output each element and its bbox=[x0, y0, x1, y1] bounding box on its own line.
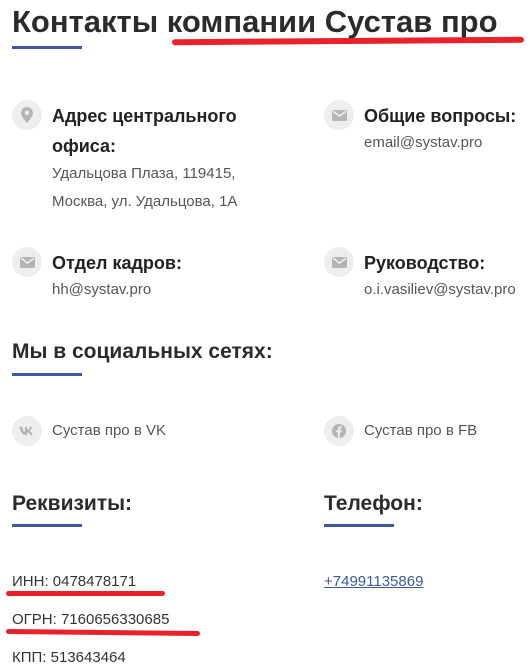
social-heading-rule bbox=[12, 373, 82, 376]
kpp-value: КПП: 513643464 bbox=[12, 649, 126, 666]
social-heading: Мы в социальных сетях: bbox=[12, 340, 273, 363]
general-questions-label: Общие вопросы: bbox=[364, 106, 517, 126]
ogrn-value: ОГРН: 7160656330685 bbox=[12, 611, 170, 628]
ogrn-highlight-underline bbox=[5, 628, 201, 637]
management-email[interactable]: o.i.vasiliev@systav.pro bbox=[364, 276, 516, 304]
requisites-heading-rule bbox=[12, 524, 82, 527]
office-address-line2: Москва, ул. Удальцова, 1А bbox=[52, 193, 238, 210]
map-pin-icon bbox=[12, 100, 42, 130]
fb-link[interactable]: Сустав про в FB bbox=[364, 421, 477, 441]
requisites-heading: Реквизиты: bbox=[12, 492, 133, 515]
inn-highlight-underline bbox=[6, 591, 165, 596]
phone-heading: Телефон: bbox=[324, 492, 423, 515]
envelope-icon bbox=[12, 247, 42, 277]
office-label-line1: Адрес центрального bbox=[52, 106, 237, 126]
management-label: Руководство: bbox=[364, 253, 486, 273]
phone-link[interactable]: +74991135869 bbox=[324, 572, 423, 592]
envelope-icon bbox=[324, 247, 354, 277]
inn-value: ИНН: 0478478171 bbox=[12, 573, 137, 590]
office-address-line1: Удальцова Плаза, 119415, bbox=[52, 165, 236, 182]
hr-email[interactable]: hh@systav.pro bbox=[52, 276, 151, 304]
phone-heading-rule bbox=[324, 524, 394, 527]
title-rule bbox=[12, 46, 82, 49]
vk-icon[interactable] bbox=[12, 416, 42, 446]
vk-link[interactable]: Сустав про в VK bbox=[52, 421, 166, 441]
hr-label: Отдел кадров: bbox=[52, 253, 182, 273]
general-questions-email[interactable]: email@systav.pro bbox=[364, 129, 482, 157]
envelope-icon bbox=[324, 100, 354, 130]
office-label-line2: офиса: bbox=[52, 136, 117, 156]
facebook-icon[interactable] bbox=[324, 416, 354, 446]
